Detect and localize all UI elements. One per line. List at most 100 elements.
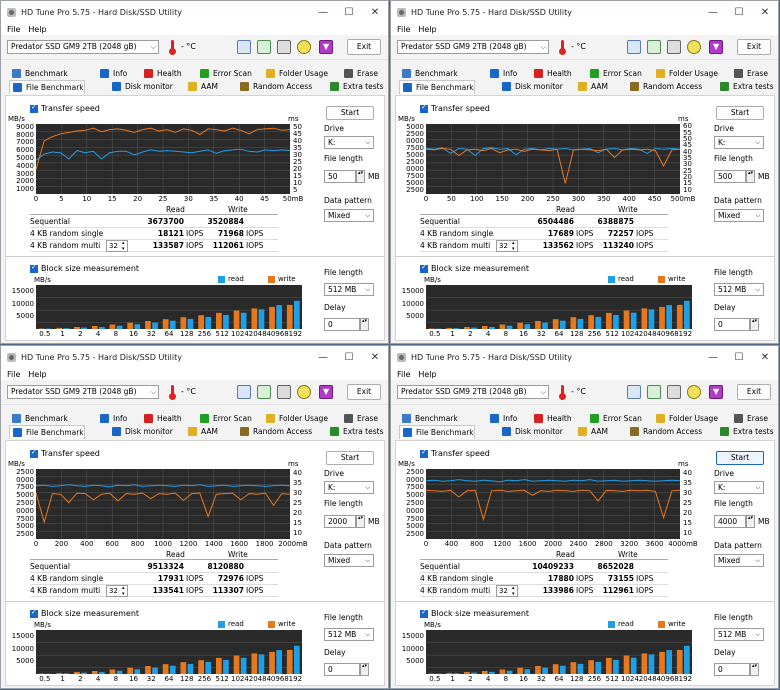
minimize-button[interactable]: — [310, 1, 336, 23]
copy-info-icon[interactable] [627, 40, 641, 54]
tab-folder-usage[interactable]: Folder Usage [263, 412, 328, 425]
block-size-checkbox[interactable]: Block size measurement [30, 263, 139, 273]
tab-erase[interactable]: Erase [731, 67, 768, 80]
transfer-speed-checkbox[interactable]: Transfer speed [420, 103, 490, 113]
tab-benchmark[interactable]: Benchmark [9, 67, 68, 80]
block-size-checkbox[interactable]: Block size measurement [30, 608, 139, 618]
tab-info[interactable]: Info [487, 67, 517, 80]
file-length-input[interactable]: 2000 [324, 515, 356, 528]
tab-folder-usage[interactable]: Folder Usage [263, 67, 328, 80]
save-icon[interactable] [709, 385, 723, 399]
minimize-button[interactable]: — [700, 346, 726, 368]
menu-help[interactable]: Help [418, 25, 436, 34]
delay-input[interactable]: 0 [324, 663, 360, 676]
transfer-speed-checkbox[interactable]: Transfer speed [420, 448, 490, 458]
drive-letter-select[interactable]: K: ⌵ [714, 136, 764, 149]
tab-file-benchmark[interactable]: File Benchmark [399, 80, 475, 94]
options-icon[interactable] [297, 40, 311, 54]
tab-extra-tests[interactable]: Extra tests [327, 425, 384, 438]
menu-help[interactable]: Help [28, 370, 46, 379]
close-button[interactable]: ✕ [362, 346, 388, 368]
tab-disk-monitor[interactable]: Disk monitor [499, 80, 563, 93]
tab-benchmark[interactable]: Benchmark [399, 412, 458, 425]
delay-spinner[interactable]: ▴▾ [360, 318, 369, 331]
file-length-spinner[interactable]: ▴▾ [746, 515, 755, 528]
drive-letter-select[interactable]: K: ⌵ [324, 136, 374, 149]
tab-benchmark[interactable]: Benchmark [399, 67, 458, 80]
block-file-length-select[interactable]: 512 MB ⌵ [714, 283, 764, 296]
close-button[interactable]: ✕ [362, 1, 388, 23]
save-icon[interactable] [319, 40, 333, 54]
start-button[interactable]: Start [716, 106, 764, 120]
delay-input[interactable]: 0 [324, 318, 360, 331]
tab-aam[interactable]: AAM [185, 80, 218, 93]
delay-input[interactable]: 0 [714, 663, 750, 676]
minimize-button[interactable]: — [310, 346, 336, 368]
tab-extra-tests[interactable]: Extra tests [717, 80, 774, 93]
tab-info[interactable]: Info [97, 412, 127, 425]
tab-extra-tests[interactable]: Extra tests [327, 80, 384, 93]
drive-dropdown[interactable]: Predator SSD GM9 2TB (2048 gB) ⌵ [7, 385, 159, 399]
tab-error-scan[interactable]: Error Scan [587, 412, 642, 425]
drive-dropdown[interactable]: Predator SSD GM9 2TB (2048 gB) ⌵ [397, 40, 549, 54]
start-button[interactable]: Start [326, 451, 374, 465]
screenshot-icon[interactable] [667, 385, 681, 399]
exit-button[interactable]: Exit [737, 384, 771, 400]
tab-info[interactable]: Info [487, 412, 517, 425]
tab-aam[interactable]: AAM [575, 80, 608, 93]
tab-error-scan[interactable]: Error Scan [587, 67, 642, 80]
tab-file-benchmark[interactable]: File Benchmark [9, 80, 85, 94]
tab-aam[interactable]: AAM [575, 425, 608, 438]
delay-spinner[interactable]: ▴▾ [750, 663, 759, 676]
queue-depth-stepper[interactable]: 32 [106, 240, 128, 252]
file-length-input[interactable]: 4000 [714, 515, 746, 528]
tab-erase[interactable]: Erase [731, 412, 768, 425]
copy-info-icon[interactable] [627, 385, 641, 399]
data-pattern-select[interactable]: Mixed ⌵ [714, 209, 764, 222]
menu-file[interactable]: File [7, 25, 20, 34]
minimize-button[interactable]: — [700, 1, 726, 23]
save-icon[interactable] [709, 40, 723, 54]
options-icon[interactable] [687, 40, 701, 54]
exit-button[interactable]: Exit [737, 39, 771, 55]
screenshot-icon[interactable] [277, 385, 291, 399]
tab-erase[interactable]: Erase [341, 412, 378, 425]
tab-file-benchmark[interactable]: File Benchmark [9, 425, 85, 439]
maximize-button[interactable]: ☐ [336, 346, 362, 368]
tab-erase[interactable]: Erase [341, 67, 378, 80]
copy-info-icon[interactable] [237, 40, 251, 54]
data-pattern-select[interactable]: Mixed ⌵ [324, 209, 374, 222]
tab-error-scan[interactable]: Error Scan [197, 412, 252, 425]
tab-benchmark[interactable]: Benchmark [9, 412, 68, 425]
file-length-input[interactable]: 50 [324, 170, 356, 183]
tab-disk-monitor[interactable]: Disk monitor [109, 425, 173, 438]
screenshot-icon[interactable] [277, 40, 291, 54]
tab-health[interactable]: Health [531, 67, 572, 80]
copy-report-icon[interactable] [647, 40, 661, 54]
delay-input[interactable]: 0 [714, 318, 750, 331]
tab-random-access[interactable]: Random Access [237, 425, 312, 438]
close-button[interactable]: ✕ [752, 1, 778, 23]
file-length-input[interactable]: 500 [714, 170, 746, 183]
block-file-length-select[interactable]: 512 MB ⌵ [324, 283, 374, 296]
close-button[interactable]: ✕ [752, 346, 778, 368]
queue-depth-stepper[interactable]: 32 [496, 240, 518, 252]
copy-report-icon[interactable] [647, 385, 661, 399]
file-length-spinner[interactable]: ▴▾ [746, 170, 755, 183]
drive-letter-select[interactable]: K: ⌵ [324, 481, 374, 494]
tab-health[interactable]: Health [141, 67, 182, 80]
tab-random-access[interactable]: Random Access [627, 80, 702, 93]
transfer-speed-checkbox[interactable]: Transfer speed [30, 103, 100, 113]
file-length-spinner[interactable]: ▴▾ [356, 170, 365, 183]
tab-random-access[interactable]: Random Access [627, 425, 702, 438]
drive-dropdown[interactable]: Predator SSD GM9 2TB (2048 gB) ⌵ [397, 385, 549, 399]
drive-letter-select[interactable]: K: ⌵ [714, 481, 764, 494]
tab-info[interactable]: Info [97, 67, 127, 80]
menu-file[interactable]: File [397, 370, 410, 379]
screenshot-icon[interactable] [667, 40, 681, 54]
exit-button[interactable]: Exit [347, 384, 381, 400]
tab-disk-monitor[interactable]: Disk monitor [109, 80, 173, 93]
menu-file[interactable]: File [397, 25, 410, 34]
tab-file-benchmark[interactable]: File Benchmark [399, 425, 475, 439]
maximize-button[interactable]: ☐ [726, 346, 752, 368]
